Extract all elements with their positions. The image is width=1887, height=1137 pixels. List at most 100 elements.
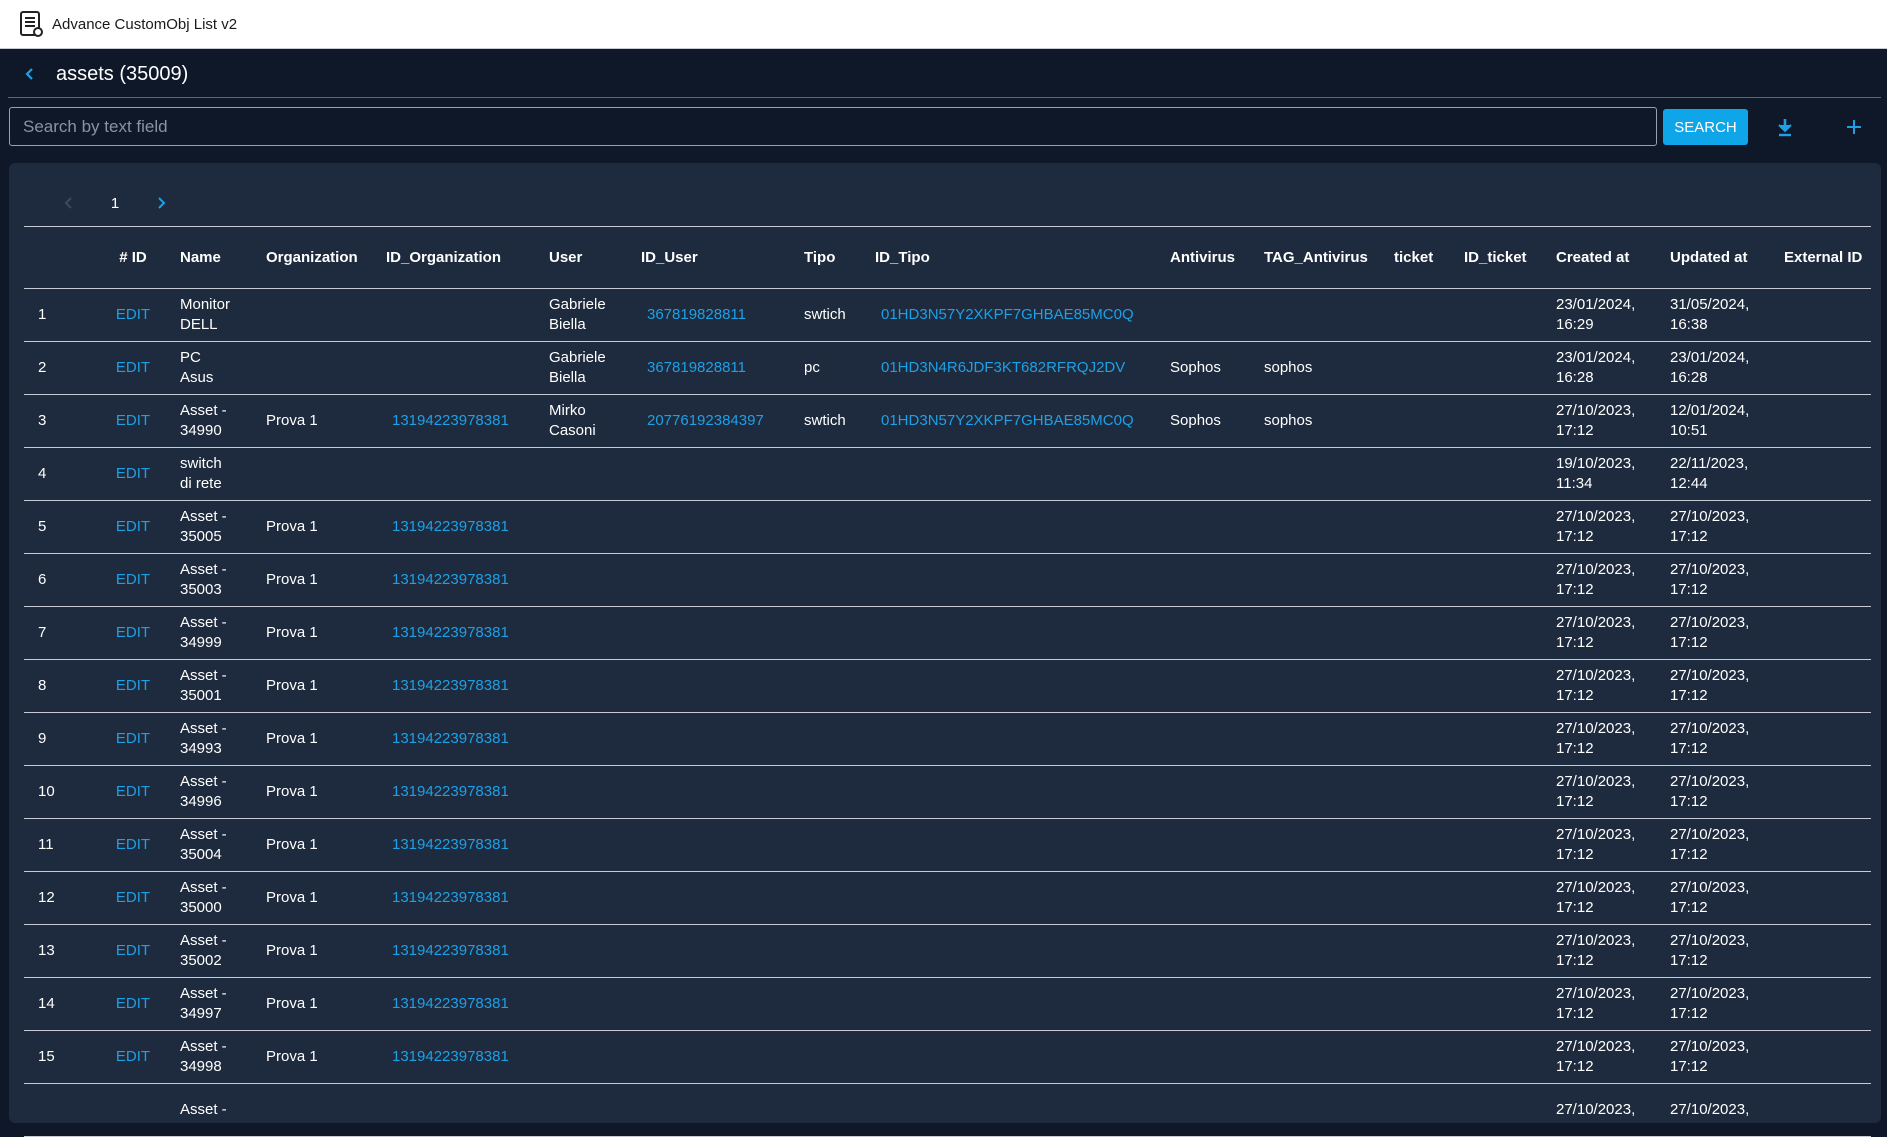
- created-at-cell: 23/01/2024, 16:28: [1556, 349, 1636, 386]
- edit-link[interactable]: EDIT: [86, 713, 180, 766]
- antivirus-cell: [1170, 289, 1264, 342]
- id-tipo-link: [875, 554, 1170, 607]
- edit-link[interactable]: EDIT: [86, 660, 180, 713]
- column-header-id[interactable]: # ID: [86, 227, 180, 289]
- external-id-cell: [1784, 925, 1871, 978]
- column-header-updated-at[interactable]: Updated at: [1670, 227, 1784, 289]
- column-header-id-organization[interactable]: ID_Organization: [386, 227, 549, 289]
- table-row[interactable]: Asset - 27/10/2023, 27/10/2023,: [24, 1084, 1871, 1137]
- column-header-name[interactable]: Name: [180, 227, 266, 289]
- id-user-link[interactable]: 367819828811: [641, 342, 804, 395]
- name-cell: Asset - 35001: [180, 667, 227, 704]
- id-tipo-link[interactable]: 01HD3N57Y2XKPF7GHBAE85MC0Q: [875, 395, 1170, 448]
- table-row[interactable]: 15 EDIT Asset - 34998 Prova 1 13194223978381…: [24, 1031, 1871, 1084]
- column-header-antivirus[interactable]: Antivirus: [1170, 227, 1264, 289]
- edit-link[interactable]: EDIT: [86, 448, 180, 501]
- id-organization-link[interactable]: 13194223978381: [386, 1031, 549, 1084]
- search-input[interactable]: [10, 115, 1656, 138]
- page-number[interactable]: 1: [108, 190, 122, 216]
- back-button[interactable]: [20, 64, 40, 84]
- column-header-external-id[interactable]: External ID: [1784, 227, 1871, 289]
- tipo-cell: [804, 501, 875, 554]
- id-organization-link[interactable]: 13194223978381: [386, 501, 549, 554]
- edit-link[interactable]: EDIT: [86, 978, 180, 1031]
- ticket-cell: [1394, 342, 1464, 395]
- id-organization-link[interactable]: 13194223978381: [386, 925, 549, 978]
- id-organization-link[interactable]: 13194223978381: [386, 978, 549, 1031]
- edit-link[interactable]: EDIT: [86, 819, 180, 872]
- id-tipo-link[interactable]: 01HD3N4R6JDF3KT682RFRQJ2DV: [875, 342, 1170, 395]
- next-page-button[interactable]: [148, 190, 174, 216]
- column-header-organization[interactable]: Organization: [266, 227, 386, 289]
- add-button[interactable]: [1839, 112, 1869, 142]
- user-cell: [549, 607, 641, 660]
- id-organization-link[interactable]: 13194223978381: [386, 713, 549, 766]
- table-row[interactable]: 4 EDIT switch di rete 19/10/2023, 11:34 22/1…: [24, 448, 1871, 501]
- column-header-user[interactable]: User: [549, 227, 641, 289]
- table-row[interactable]: 7 EDIT Asset - 34999 Prova 1 13194223978381 2…: [24, 607, 1871, 660]
- id-organization-link[interactable]: 13194223978381: [386, 607, 549, 660]
- table-row[interactable]: 9 EDIT Asset - 34993 Prova 1 13194223978381 2…: [24, 713, 1871, 766]
- table-row[interactable]: 11 EDIT Asset - 35004 Prova 1 13194223978381…: [24, 819, 1871, 872]
- column-header-id-user[interactable]: ID_User: [641, 227, 804, 289]
- column-header-tag-antivirus[interactable]: TAG_Antivirus: [1264, 227, 1394, 289]
- column-header-tipo[interactable]: Tipo: [804, 227, 875, 289]
- edit-link[interactable]: EDIT: [86, 607, 180, 660]
- row-number-cell: 5: [38, 518, 47, 535]
- column-header-created-at[interactable]: Created at: [1556, 227, 1670, 289]
- table-row[interactable]: 12 EDIT Asset - 35000 Prova 1 13194223978381…: [24, 872, 1871, 925]
- organization-cell: Prova 1: [266, 730, 318, 747]
- updated-at-cell: 23/01/2024, 16:28: [1670, 349, 1750, 386]
- external-id-cell: [1784, 766, 1871, 819]
- created-at-cell: 23/01/2024, 16:29: [1556, 296, 1636, 333]
- table-row[interactable]: 5 EDIT Asset - 35005 Prova 1 13194223978381 2…: [24, 501, 1871, 554]
- id-user-link[interactable]: 367819828811: [641, 289, 804, 342]
- antivirus-cell: [1170, 1084, 1264, 1137]
- edit-link[interactable]: EDIT: [86, 501, 180, 554]
- edit-link: [86, 1084, 180, 1137]
- edit-link[interactable]: EDIT: [86, 766, 180, 819]
- id-user-link[interactable]: 20776192384397: [641, 395, 804, 448]
- id-organization-link[interactable]: 13194223978381: [386, 395, 549, 448]
- id-organization-link[interactable]: 13194223978381: [386, 554, 549, 607]
- edit-link[interactable]: EDIT: [86, 872, 180, 925]
- tag-antivirus-cell: [1264, 660, 1394, 713]
- prev-page-button[interactable]: [56, 190, 82, 216]
- edit-link[interactable]: EDIT: [86, 925, 180, 978]
- organization-cell: Prova 1: [266, 624, 318, 641]
- edit-link[interactable]: EDIT: [86, 289, 180, 342]
- download-button[interactable]: [1770, 112, 1800, 142]
- id-user-link: [641, 1084, 804, 1137]
- id-ticket-cell: [1464, 501, 1556, 554]
- id-organization-link[interactable]: 13194223978381: [386, 872, 549, 925]
- table-row[interactable]: 2 EDIT PC Asus Gabriele Biella 367819828811 p…: [24, 342, 1871, 395]
- table-row[interactable]: 3 EDIT Asset - 34990 Prova 1 13194223978381 M…: [24, 395, 1871, 448]
- id-organization-link[interactable]: 13194223978381: [386, 819, 549, 872]
- table-row[interactable]: 13 EDIT Asset - 35002 Prova 1 13194223978381…: [24, 925, 1871, 978]
- edit-link[interactable]: EDIT: [86, 342, 180, 395]
- search-button[interactable]: SEARCH: [1663, 109, 1748, 145]
- tipo-cell: [804, 607, 875, 660]
- search-field[interactable]: [9, 107, 1657, 146]
- id-tipo-link[interactable]: 01HD3N57Y2XKPF7GHBAE85MC0Q: [875, 289, 1170, 342]
- created-at-cell: 27/10/2023, 17:12: [1556, 879, 1636, 916]
- table-row[interactable]: 8 EDIT Asset - 35001 Prova 1 13194223978381 2…: [24, 660, 1871, 713]
- row-number-cell: 2: [38, 359, 47, 376]
- id-user-link: [641, 766, 804, 819]
- id-organization-link[interactable]: 13194223978381: [386, 766, 549, 819]
- column-header-id-tipo[interactable]: ID_Tipo: [875, 227, 1170, 289]
- created-at-cell: 27/10/2023, 17:12: [1556, 402, 1636, 439]
- table-row[interactable]: 10 EDIT Asset - 34996 Prova 1 13194223978381…: [24, 766, 1871, 819]
- created-at-cell: 27/10/2023, 17:12: [1556, 667, 1636, 704]
- edit-link[interactable]: EDIT: [86, 395, 180, 448]
- column-header-id-ticket[interactable]: ID_ticket: [1464, 227, 1556, 289]
- table-row[interactable]: 6 EDIT Asset - 35003 Prova 1 13194223978381 2…: [24, 554, 1871, 607]
- edit-link[interactable]: EDIT: [86, 554, 180, 607]
- table-row[interactable]: 1 EDIT Monitor DELL Gabriele Biella 36781982…: [24, 289, 1871, 342]
- column-header-row-number[interactable]: [24, 227, 86, 289]
- external-id-cell: [1784, 872, 1871, 925]
- edit-link[interactable]: EDIT: [86, 1031, 180, 1084]
- id-organization-link[interactable]: 13194223978381: [386, 660, 549, 713]
- column-header-ticket[interactable]: ticket: [1394, 227, 1464, 289]
- table-row[interactable]: 14 EDIT Asset - 34997 Prova 1 13194223978381…: [24, 978, 1871, 1031]
